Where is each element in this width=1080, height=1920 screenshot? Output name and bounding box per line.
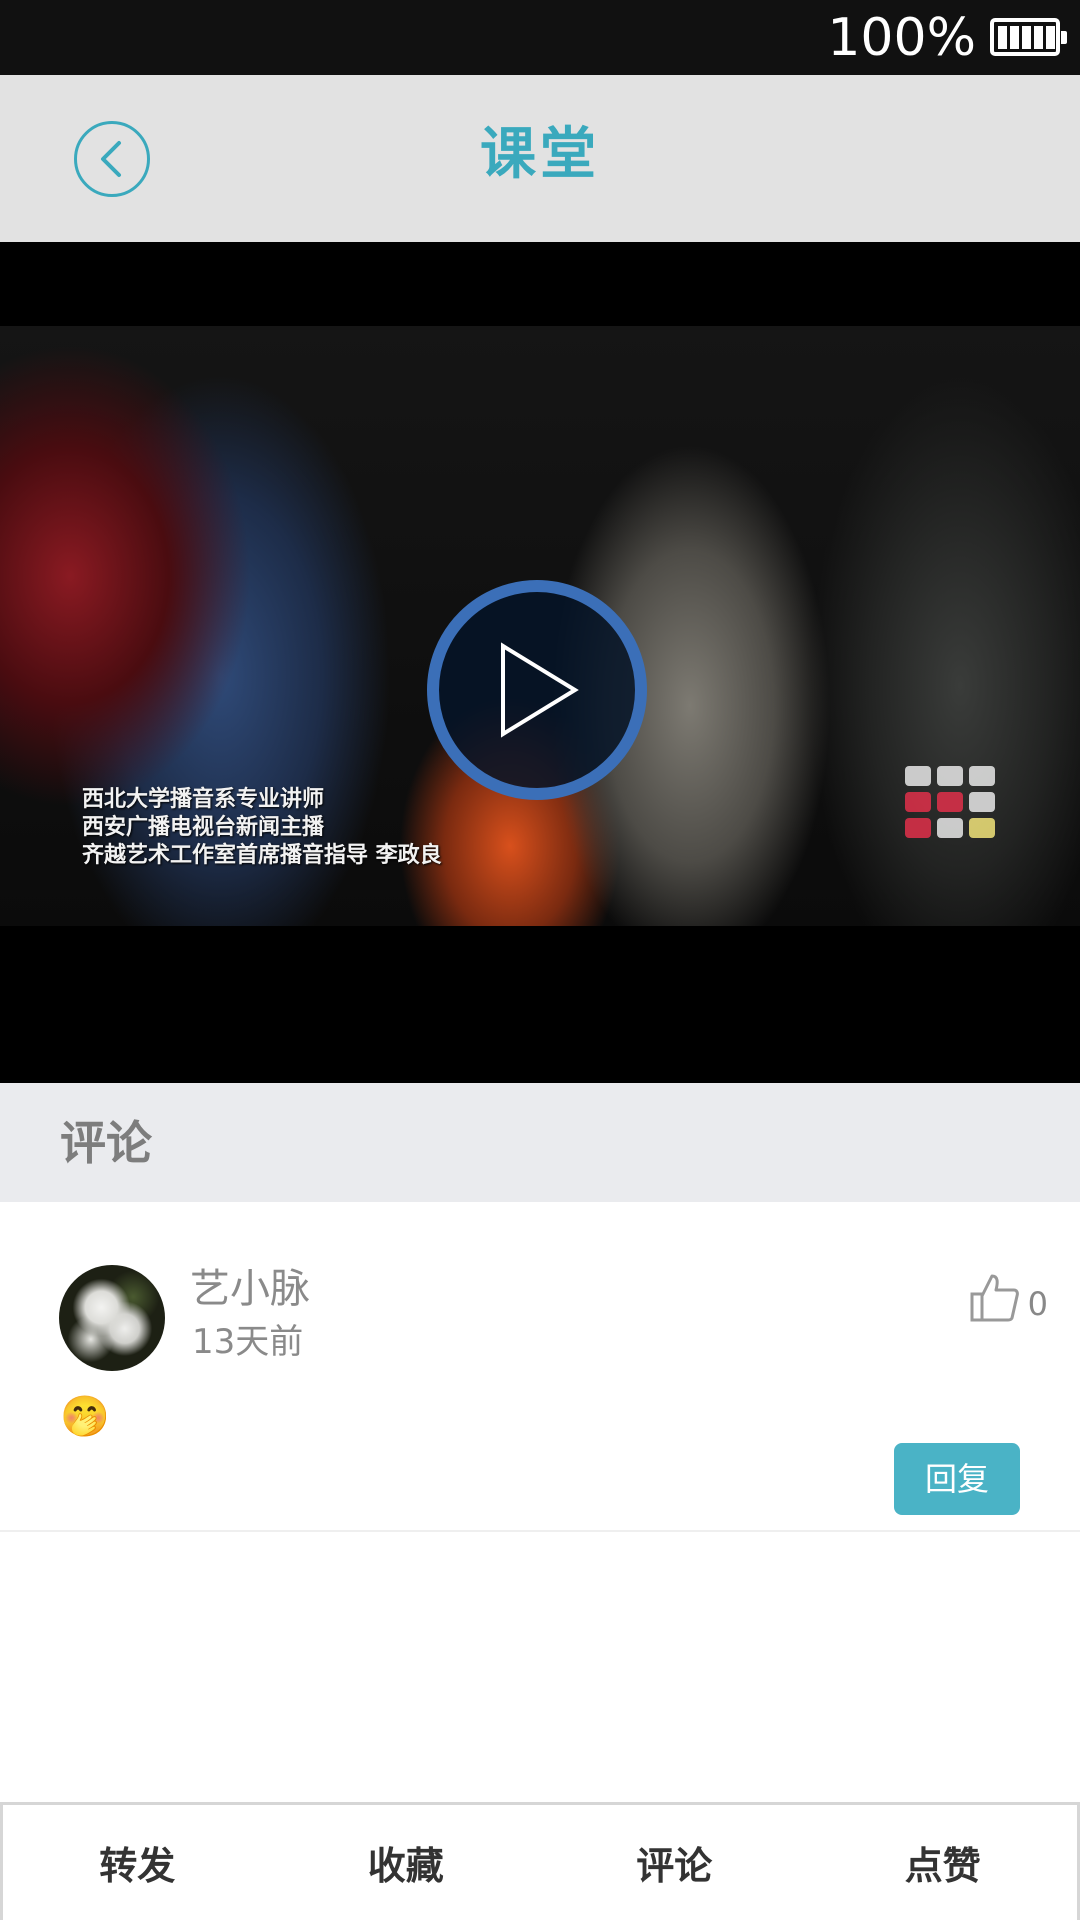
- video-player[interactable]: 西北大学播音系专业讲师 西安广播电视台新闻主播 齐越艺术工作室首席播音指导 李政…: [0, 242, 1080, 1083]
- video-caption: 西北大学播音系专业讲师 西安广播电视台新闻主播 齐越艺术工作室首席播音指导 李政…: [82, 786, 442, 870]
- play-icon: [501, 642, 579, 738]
- play-button[interactable]: [427, 580, 647, 800]
- studio-logo: [905, 766, 1015, 876]
- comment-content: 🤭: [60, 1394, 110, 1440]
- thumbs-up-icon: [970, 1274, 1019, 1322]
- comment-like-button[interactable]: 0: [968, 1264, 1048, 1324]
- caption-line: 西北大学播音系专业讲师: [82, 787, 325, 812]
- comment-timestamp: 13天前: [192, 1322, 304, 1362]
- comment-button[interactable]: 评论: [540, 1805, 809, 1920]
- avatar[interactable]: [59, 1265, 165, 1371]
- comment-username[interactable]: 艺小脉: [190, 1264, 310, 1314]
- video-thumbnail: 西北大学播音系专业讲师 西安广播电视台新闻主播 齐越艺术工作室首席播音指导 李政…: [0, 326, 1080, 926]
- reply-button[interactable]: 回复: [894, 1443, 1020, 1515]
- bottom-action-bar: 转发 收藏 评论 点赞: [0, 1802, 1080, 1920]
- like-button[interactable]: 点赞: [809, 1805, 1078, 1920]
- caption-line: 西安广播电视台新闻主播: [82, 815, 325, 840]
- share-button[interactable]: 转发: [3, 1805, 272, 1920]
- comments-title: 评论: [60, 1116, 152, 1170]
- battery-full-icon: [990, 18, 1067, 56]
- page-title: 课堂: [480, 122, 600, 187]
- comment-item: 艺小脉 13天前 0 🤭 回复: [0, 1202, 1080, 1532]
- status-bar: 100%: [0, 0, 1080, 75]
- battery-percentage: 100%: [827, 8, 976, 68]
- comments-section-header: 评论: [0, 1083, 1080, 1202]
- favorite-button[interactable]: 收藏: [272, 1805, 541, 1920]
- like-count: 0: [1027, 1285, 1048, 1323]
- app-header: 课堂: [0, 75, 1080, 242]
- caption-line: 齐越艺术工作室首席播音指导 李政良: [82, 843, 442, 868]
